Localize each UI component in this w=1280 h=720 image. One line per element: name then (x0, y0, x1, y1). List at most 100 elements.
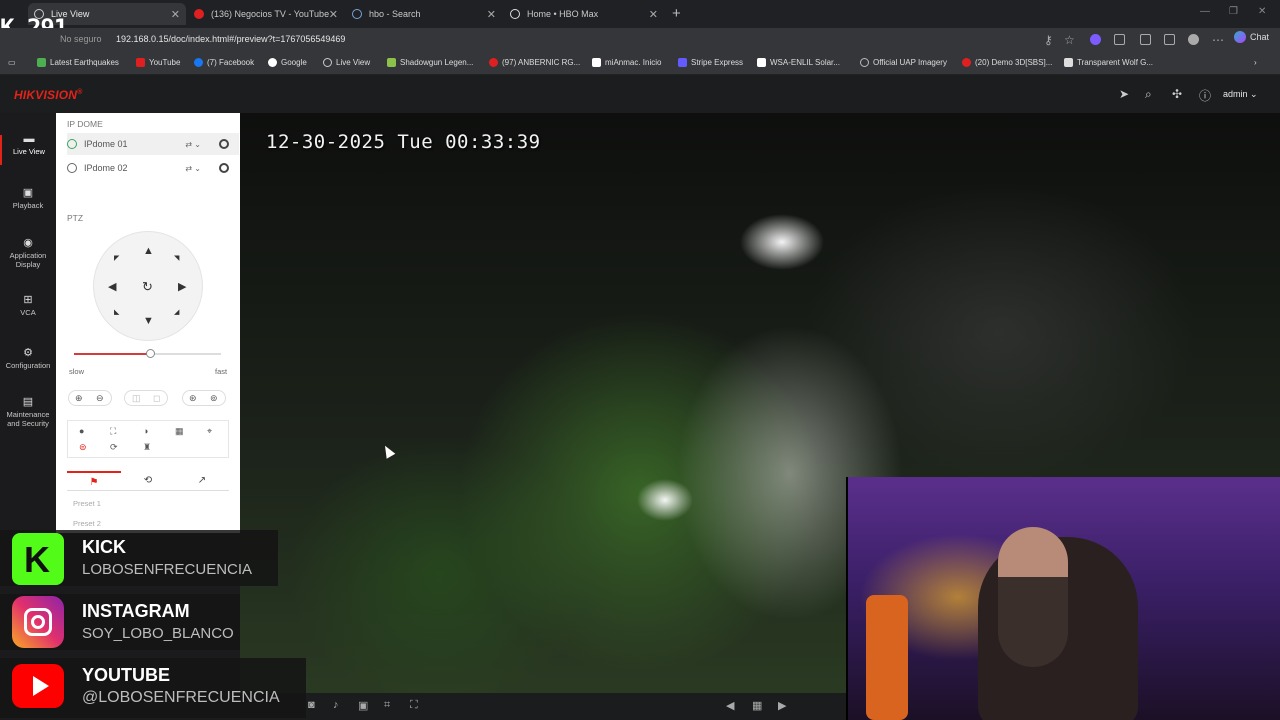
stream-select-icon[interactable]: ⇄ ⌄ (185, 140, 201, 149)
nav-configuration[interactable]: ⚙ Configuration (0, 348, 56, 371)
bookmark[interactable]: (20) Demo 3D[SBS]... (962, 58, 1052, 67)
nav-playback[interactable]: ▣ Playback (0, 188, 56, 211)
bookmark[interactable]: Google (268, 58, 307, 67)
tab-hbo-max[interactable]: Home • HBO Max ✕ (504, 3, 664, 25)
bookmark[interactable]: Shadowgun Legen... (387, 58, 473, 67)
slider-handle[interactable] (146, 349, 156, 358)
focus-far-icon[interactable]: ◻ (153, 393, 160, 404)
tab-youtube[interactable]: (136) Negocios TV - YouTube ✕ (188, 3, 344, 25)
chat-button[interactable]: Chat (1234, 31, 1269, 43)
extension-icon[interactable] (1140, 34, 1151, 45)
bookmark-label: (7) Facebook (207, 58, 255, 67)
window-layout-icon[interactable]: ▦ (752, 699, 762, 712)
tab-title: (136) Negocios TV - YouTube (211, 9, 330, 19)
bookmark[interactable]: (7) Facebook (194, 58, 254, 67)
track-icon[interactable]: ⌖ (207, 426, 212, 437)
iris-open-icon[interactable]: ⊛ (189, 393, 197, 404)
url-field[interactable]: 192.168.0.15/doc/index.html#/preview?t=1… (116, 34, 345, 44)
tools-icon[interactable]: ✣ (1172, 87, 1182, 101)
ptz-down-right-button[interactable]: ◢ (174, 308, 179, 316)
close-icon[interactable]: ✕ (171, 8, 180, 21)
nav-live-view[interactable]: ▬ Live View (0, 134, 56, 165)
preset-item[interactable]: Preset 2 (73, 519, 101, 528)
ptz-down-button[interactable]: ▼ (143, 315, 154, 327)
capture-icon[interactable]: ◙ (308, 699, 315, 711)
bookmark[interactable]: (97) ANBERNIC RG... (489, 58, 580, 67)
ptz-speed-slider[interactable] (74, 349, 221, 358)
new-tab-icon[interactable]: + (672, 5, 681, 22)
record-icon[interactable] (219, 163, 229, 173)
camera-item[interactable]: IPdome 01 ⇄ ⌄ (67, 133, 239, 155)
microphone-icon[interactable]: ♪ (333, 699, 339, 711)
extension-icon[interactable] (1114, 34, 1125, 45)
tab-pattern[interactable]: ↗ (175, 471, 229, 491)
bookmark[interactable]: miAnmac. Inicio (592, 58, 661, 67)
stream-select-icon[interactable]: ⇄ ⌄ (185, 164, 201, 173)
key-icon[interactable]: ⚷ (1044, 33, 1053, 47)
nav-maintenance[interactable]: ▤ Maintenance and Security (0, 397, 56, 429)
vca-icon: ⊞ (23, 294, 33, 306)
favorites-icon[interactable] (1164, 34, 1175, 45)
sidebar-toggle-icon[interactable]: ▭ (8, 58, 16, 67)
menu-icon[interactable]: ⋯ (1212, 33, 1224, 47)
ptz-up-right-button[interactable]: ◥ (174, 254, 179, 262)
close-icon[interactable]: ✕ (649, 8, 658, 21)
security-indicator[interactable]: No seguro (60, 34, 102, 44)
nav-application-display[interactable]: ◉ Application Display (0, 238, 56, 270)
iris-close-icon[interactable]: ⊚ (210, 393, 218, 404)
minimize-icon[interactable]: — (1200, 6, 1210, 17)
next-icon[interactable]: ▶ (778, 699, 786, 712)
ptz-down-left-button[interactable]: ◣ (114, 308, 119, 316)
zoom-in-icon[interactable]: ⊕ (75, 393, 83, 404)
tab-hbo-search[interactable]: hbo - Search ✕ (346, 3, 502, 25)
ptz-right-button[interactable]: ▶ (178, 280, 186, 293)
youtube-icon (489, 58, 498, 67)
focus-3d-icon[interactable]: ⛶ (410, 699, 418, 712)
preset-item[interactable]: Preset 1 (73, 499, 101, 508)
wiper-icon[interactable]: ◑ (143, 426, 148, 436)
close-window-icon[interactable]: ✕ (1258, 6, 1266, 17)
help-icon[interactable]: ⓘ (1199, 87, 1211, 104)
focus-box-icon[interactable]: ⛶ (110, 426, 116, 437)
zoom-3d-icon[interactable]: ⊜ (79, 442, 87, 453)
bookmark-label: Google (281, 58, 307, 67)
digital-zoom-icon[interactable]: ⌗ (384, 699, 390, 712)
youtube-icon (136, 58, 145, 67)
focus-near-icon[interactable]: ◫ (132, 393, 141, 404)
auto-rotate-icon[interactable]: ↻ (142, 279, 153, 295)
ptz-left-button[interactable]: ◀ (108, 280, 116, 293)
close-icon[interactable]: ✕ (487, 8, 496, 21)
nav-label: VCA (20, 308, 36, 317)
tab-patrol[interactable]: ⟲ (121, 471, 175, 491)
send-icon[interactable]: ➤ (1119, 87, 1129, 101)
star-icon[interactable]: ☆ (1064, 33, 1075, 47)
user-menu[interactable]: admin ⌄ (1223, 89, 1258, 100)
bookmark[interactable]: Transparent Wolf G... (1064, 58, 1153, 67)
ptz-up-left-button[interactable]: ◤ (114, 254, 119, 262)
record-video-icon[interactable]: ▣ (358, 699, 368, 712)
water-bottle (866, 595, 908, 720)
bookmark[interactable]: Latest Earthquakes (37, 58, 119, 67)
tab-preset[interactable]: ⚑ (67, 471, 121, 491)
extension-icon[interactable] (1090, 34, 1101, 45)
maximize-icon[interactable]: ❐ (1229, 6, 1238, 17)
more-bookmarks-icon[interactable]: › (1254, 58, 1257, 67)
bookmark[interactable]: Live View (323, 58, 370, 67)
previous-icon[interactable]: ◀ (726, 699, 734, 712)
bookmark[interactable]: Official UAP Imagery (860, 58, 947, 67)
camera-item[interactable]: IPdome 02 ⇄ ⌄ (67, 157, 239, 179)
profile-avatar-icon[interactable] (1188, 34, 1199, 45)
close-icon[interactable]: ✕ (329, 8, 338, 21)
bookmark[interactable]: YouTube (136, 58, 180, 67)
manual-track-icon[interactable]: ♜ (143, 442, 151, 453)
ptz-up-button[interactable]: ▲ (143, 245, 154, 257)
bookmark[interactable]: Stripe Express (678, 58, 743, 67)
bookmark[interactable]: WSA-ENLIL Solar... (757, 58, 840, 67)
zoom-out-icon[interactable]: ⊖ (96, 393, 104, 404)
light-icon[interactable]: ● (79, 426, 84, 436)
record-icon[interactable] (219, 139, 229, 149)
refresh-icon[interactable]: ⟳ (110, 442, 118, 453)
search-icon[interactable]: ⌕ (1145, 87, 1152, 102)
grid-icon[interactable]: ▦ (175, 426, 184, 437)
nav-vca[interactable]: ⊞ VCA (0, 294, 56, 318)
